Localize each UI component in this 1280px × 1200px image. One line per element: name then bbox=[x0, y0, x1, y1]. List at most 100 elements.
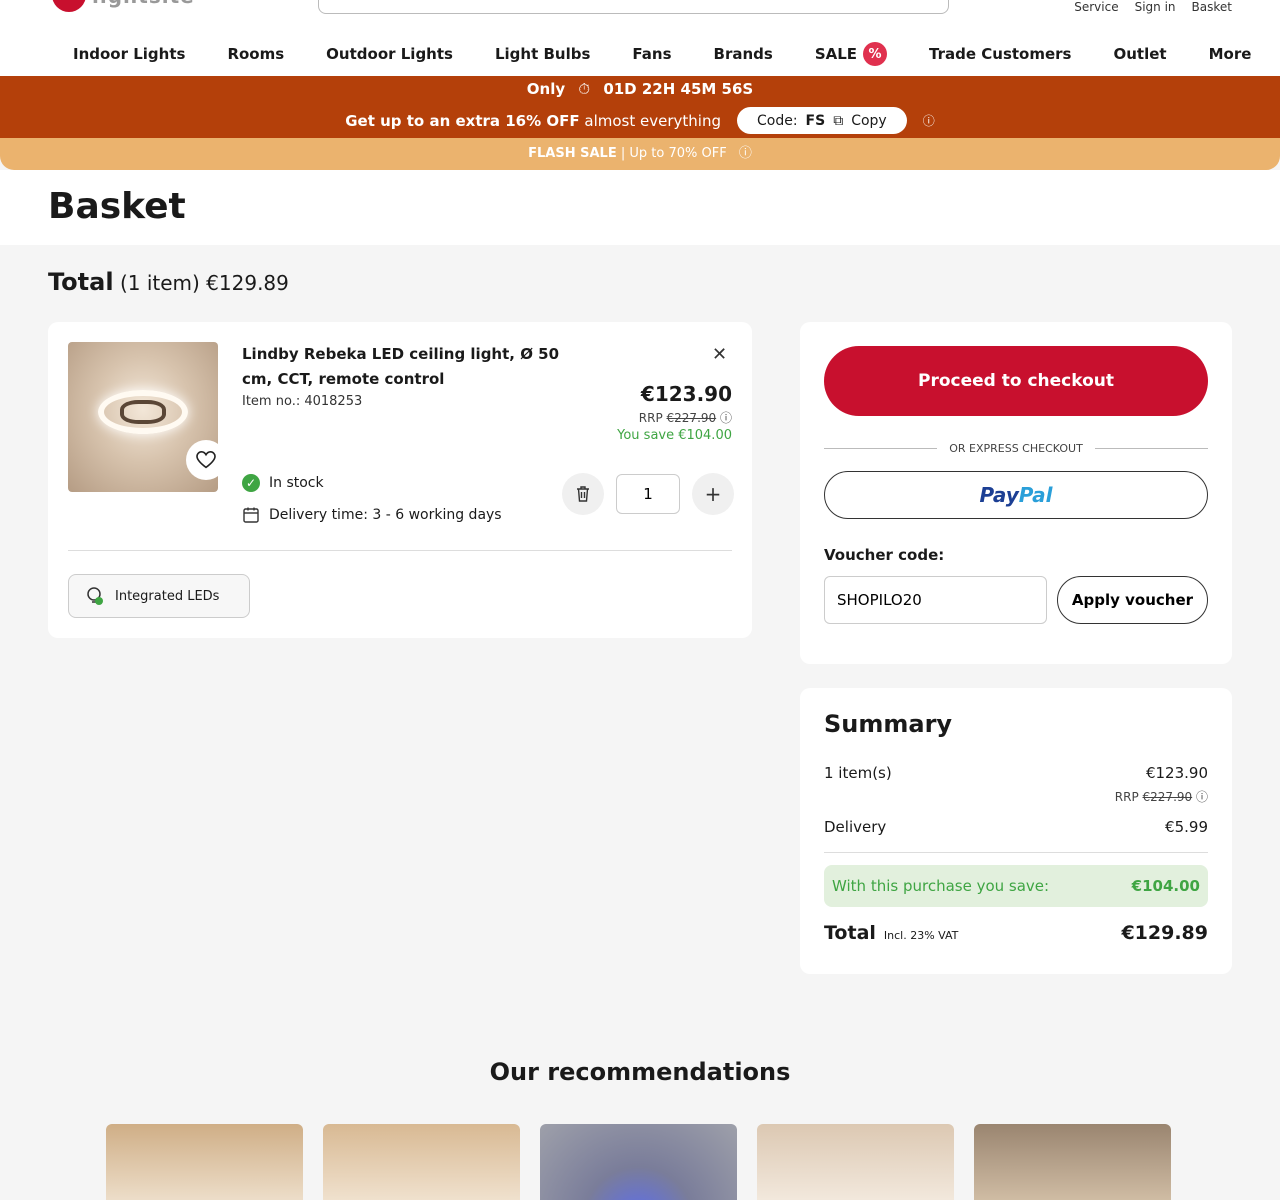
copy-code-button[interactable]: Code: FS ⧉ Copy bbox=[736, 107, 907, 134]
total-amount: €129.89 bbox=[206, 271, 289, 295]
express-checkout-label: OR EXPRESS CHECKOUT bbox=[949, 442, 1083, 455]
nav-trade-customers[interactable]: Trade Customers bbox=[908, 42, 1092, 66]
delete-button[interactable] bbox=[562, 473, 604, 515]
summary-items-label: 1 item(s) bbox=[824, 764, 892, 782]
item-divider bbox=[68, 550, 732, 551]
summary-delivery-row: Delivery €5.99 bbox=[824, 818, 1208, 836]
basket-link[interactable]: Basket bbox=[1192, 0, 1232, 14]
offer-text: Get up to an extra 16% OFF almost everyt… bbox=[345, 112, 721, 130]
item-price: €123.90 bbox=[640, 382, 732, 406]
summary-rrp-info-icon[interactable]: ⓘ bbox=[1196, 790, 1208, 804]
rrp-label: RRP bbox=[638, 411, 663, 425]
recommendation-card[interactable] bbox=[106, 1124, 303, 1200]
delivery-time: Delivery time: 3 - 6 working days bbox=[242, 506, 502, 524]
flash-sale-text: | Up to 70% OFF bbox=[620, 146, 727, 161]
voucher-label: Voucher code: bbox=[824, 546, 945, 564]
rrp-value: €227.90 bbox=[666, 411, 717, 425]
promo-banner: Only ⏱ 01D 22H 45M 56S Get up to an extr… bbox=[0, 76, 1280, 138]
nav-sale[interactable]: SALE% bbox=[794, 42, 908, 66]
checkout-card: Proceed to checkout OR EXPRESS CHECKOUT … bbox=[800, 322, 1232, 664]
total-label: Total bbox=[48, 268, 114, 296]
feature-chip[interactable]: Integrated LEDs bbox=[68, 574, 250, 618]
calendar-icon bbox=[243, 507, 259, 523]
item-number: Item no.: 4018253 bbox=[242, 394, 363, 409]
trash-icon bbox=[577, 486, 589, 502]
savings-label: With this purchase you save: bbox=[832, 877, 1050, 895]
nav-rooms[interactable]: Rooms bbox=[206, 42, 305, 66]
service-link[interactable]: Service bbox=[1074, 0, 1118, 14]
recommendation-card[interactable] bbox=[974, 1124, 1171, 1200]
basket-total-line: Total (1 item) €129.89 bbox=[48, 268, 289, 296]
increase-quantity-button[interactable]: + bbox=[692, 473, 734, 515]
total-count: (1 item) bbox=[119, 271, 200, 295]
recommendations-title: Our recommendations bbox=[489, 1058, 791, 1086]
paypal-button[interactable]: Pay Pal bbox=[824, 471, 1208, 519]
item-savings: You save €104.00 bbox=[617, 428, 732, 443]
savings-box: With this purchase you save: €104.00 bbox=[824, 865, 1208, 907]
feature-label: Integrated LEDs bbox=[115, 588, 220, 604]
plus-icon: + bbox=[704, 482, 722, 506]
remove-item-icon[interactable]: ✕ bbox=[712, 344, 727, 365]
flash-sale-banner[interactable]: FLASH SALE | Up to 70% OFF ⓘ bbox=[0, 138, 1280, 170]
product-name[interactable]: Lindby Rebeka LED ceiling light, Ø 50 cm… bbox=[242, 342, 562, 392]
product-image[interactable] bbox=[68, 342, 218, 492]
quantity-stepper: + bbox=[562, 473, 734, 515]
apply-voucher-button[interactable]: Apply voucher bbox=[1057, 576, 1208, 624]
savings-value: €104.00 bbox=[1131, 877, 1200, 895]
nav-sale-label: SALE bbox=[814, 45, 858, 63]
nav-more[interactable]: More bbox=[1188, 42, 1273, 66]
voucher-input[interactable] bbox=[824, 576, 1047, 624]
flash-info-icon: ⓘ bbox=[738, 146, 752, 161]
site-header: lightsite Service Sign in Basket Indoor … bbox=[0, 0, 1280, 76]
recommendation-card[interactable] bbox=[757, 1124, 954, 1200]
copy-label: Copy bbox=[851, 112, 887, 129]
code-label: Code: bbox=[756, 112, 798, 129]
item-rrp: RRP €227.90 ⓘ bbox=[639, 409, 732, 426]
percent-icon: % bbox=[863, 42, 888, 66]
search-input[interactable] bbox=[318, 0, 949, 14]
summary-rrp-value: €227.90 bbox=[1142, 790, 1193, 804]
nav-brands[interactable]: Brands bbox=[693, 42, 794, 66]
summary-delivery-value: €5.99 bbox=[1165, 818, 1208, 836]
nav-light-bulbs[interactable]: Light Bulbs bbox=[474, 42, 611, 66]
nav-indoor-lights[interactable]: Indoor Lights bbox=[52, 42, 206, 66]
nav-outdoor-lights[interactable]: Outdoor Lights bbox=[305, 42, 474, 66]
express-checkout-divider: OR EXPRESS CHECKOUT bbox=[824, 442, 1208, 455]
summary-items-row: 1 item(s) €123.90 bbox=[824, 764, 1208, 782]
nav-fans[interactable]: Fans bbox=[611, 42, 692, 66]
vat-note: Incl. 23% VAT bbox=[883, 929, 959, 942]
paypal-logo-pal: Pal bbox=[1018, 483, 1053, 507]
check-icon: ✓ bbox=[242, 474, 260, 492]
stock-status: ✓ In stock bbox=[242, 474, 324, 492]
offer-line: Get up to an extra 16% OFF almost everyt… bbox=[0, 107, 1280, 134]
recommendation-card[interactable] bbox=[323, 1124, 520, 1200]
summary-card: Summary 1 item(s) €123.90 RRP €227.90 ⓘ … bbox=[800, 688, 1232, 974]
quantity-input[interactable] bbox=[616, 474, 680, 514]
summary-total-label: Total bbox=[824, 922, 876, 944]
summary-title: Summary bbox=[824, 710, 953, 738]
countdown-timer: 01D 22H 45M 56S bbox=[603, 80, 754, 98]
sign-in-link[interactable]: Sign in bbox=[1135, 0, 1176, 14]
proceed-to-checkout-button[interactable]: Proceed to checkout bbox=[824, 346, 1208, 416]
countdown-prefix: Only bbox=[526, 80, 566, 98]
copy-icon: ⧉ bbox=[833, 112, 844, 129]
info-icon[interactable]: ⓘ bbox=[923, 112, 935, 129]
summary-delivery-label: Delivery bbox=[824, 818, 887, 836]
bulb-icon bbox=[87, 587, 103, 605]
summary-items-value: €123.90 bbox=[1145, 764, 1208, 782]
lamp-ring-inner bbox=[120, 400, 166, 424]
promo-code: FS bbox=[805, 112, 826, 129]
summary-total-row: Total Incl. 23% VAT €129.89 bbox=[824, 922, 1208, 944]
logo-mark bbox=[52, 0, 86, 12]
rrp-info-icon[interactable]: ⓘ bbox=[720, 411, 732, 425]
nav-outlet[interactable]: Outlet bbox=[1093, 42, 1188, 66]
title-band: Basket bbox=[0, 170, 1280, 245]
site-logo[interactable]: lightsite bbox=[52, 0, 195, 12]
basket-item-card: Lindby Rebeka LED ceiling light, Ø 50 cm… bbox=[48, 322, 752, 638]
offer-rest: almost everything bbox=[584, 111, 721, 130]
recommendation-card[interactable] bbox=[540, 1124, 737, 1200]
logo-text: lightsite bbox=[92, 0, 195, 8]
stock-text: In stock bbox=[269, 475, 324, 491]
main-nav: Indoor Lights Rooms Outdoor Lights Light… bbox=[52, 42, 1251, 66]
wishlist-button[interactable] bbox=[186, 440, 218, 480]
